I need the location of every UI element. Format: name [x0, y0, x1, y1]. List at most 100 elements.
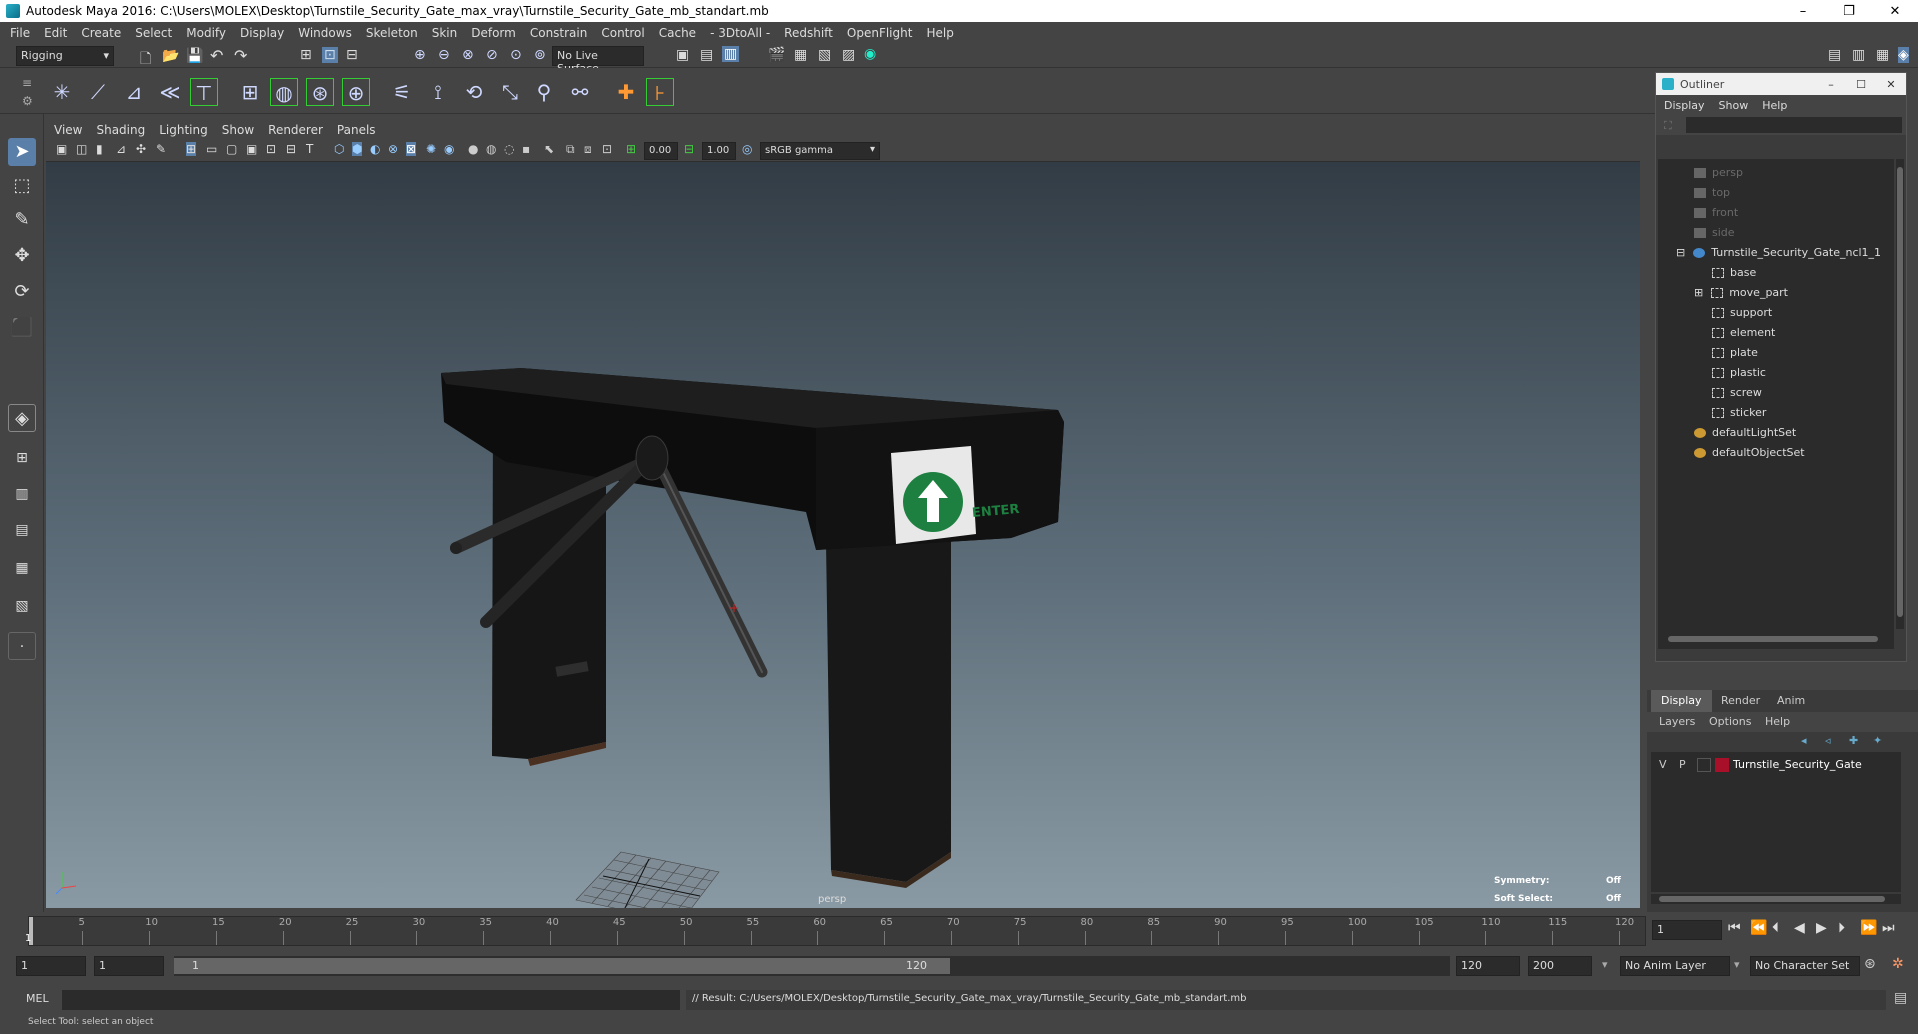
playback-start-field[interactable]: 1 — [94, 956, 164, 976]
script-editor-icon[interactable]: ▤ — [1894, 990, 1907, 1006]
camera-select-icon[interactable]: ▣ — [56, 142, 67, 156]
vscroll-thumb[interactable] — [1897, 167, 1903, 617]
outliner-item[interactable]: side — [1694, 223, 1735, 243]
step-back-frame-icon[interactable]: ⏴ — [1772, 920, 1779, 936]
render-view-icon[interactable]: 🎬 — [768, 47, 785, 63]
new-layer-selected-icon[interactable]: ✦ — [1873, 734, 1882, 747]
wireframe-icon[interactable]: ⬡ — [334, 142, 344, 156]
open-scene-icon[interactable]: 📂 — [162, 48, 179, 64]
scene-end-field[interactable]: 200 — [1528, 956, 1592, 976]
menu-edit[interactable]: Edit — [44, 26, 67, 40]
grid-toggle-icon[interactable]: ⊞ — [186, 142, 197, 156]
scene-start-field[interactable]: 1 — [16, 956, 86, 976]
backface-culling-icon[interactable]: ⊡ — [602, 142, 612, 156]
outliner-item[interactable]: sticker — [1712, 403, 1766, 423]
outliner-maximize-button[interactable]: ☐ — [1846, 78, 1876, 91]
layer-playback-toggle[interactable]: P — [1679, 758, 1686, 771]
chevron-down-icon[interactable]: ▾ — [1734, 958, 1740, 971]
smooth-shade-icon[interactable]: ⬢ — [352, 142, 363, 156]
safe-action-icon[interactable]: ⊟ — [286, 142, 296, 156]
select-component-icon[interactable]: ⊟ — [346, 47, 358, 63]
render-settings-icon[interactable]: ▥ — [722, 46, 740, 62]
layer-reference-toggle[interactable] — [1697, 758, 1711, 772]
shadows-icon[interactable]: ✺ — [426, 142, 436, 156]
render-setup-icon[interactable]: ▨ — [842, 47, 855, 63]
outliner-item[interactable]: persp — [1694, 163, 1743, 183]
wireframe-on-shaded-icon[interactable]: ◐ — [370, 142, 380, 156]
play-forward-icon[interactable]: ▶ — [1816, 920, 1827, 936]
outliner-item[interactable]: element — [1712, 323, 1775, 343]
menu-display[interactable]: Display — [240, 26, 284, 40]
vp-menu-panels[interactable]: Panels — [337, 123, 376, 137]
layer-color-swatch[interactable] — [1715, 758, 1729, 772]
anim-layer-dropdown[interactable]: No Anim Layer — [1620, 956, 1730, 976]
paint-select-icon[interactable]: ✎ — [8, 206, 36, 234]
persp-outliner-icon[interactable]: ▥ — [8, 480, 36, 508]
motion-blur-icon[interactable]: ● — [468, 142, 478, 156]
tool-settings-icon[interactable]: ▦ — [1876, 47, 1889, 63]
color-management-icon[interactable]: ◎ — [742, 142, 752, 156]
snap-curve-icon[interactable]: ⊖ — [438, 47, 450, 63]
menu-modify[interactable]: Modify — [186, 26, 226, 40]
lattice-icon[interactable]: ⊦ — [646, 78, 674, 106]
character-set-dropdown[interactable]: No Character Set — [1750, 956, 1860, 976]
undo-icon[interactable]: ↶ — [210, 46, 223, 65]
play-backward-icon[interactable]: ◀ — [1794, 920, 1805, 936]
menu-create[interactable]: Create — [81, 26, 121, 40]
snap-point-icon[interactable]: ⊗ — [462, 47, 474, 63]
animation-prefs-icon[interactable]: ✲ — [1892, 956, 1904, 972]
layout-menu-icon[interactable]: · — [8, 632, 36, 660]
vp-menu-show[interactable]: Show — [222, 123, 254, 137]
outliner-item[interactable]: front — [1694, 203, 1738, 223]
scale-tool-icon[interactable]: ⬛ — [8, 314, 36, 342]
tab-render[interactable]: Render — [1711, 690, 1770, 712]
outliner-item[interactable]: ⊟ Turnstile_Security_Gate_ncl1_1 — [1676, 243, 1881, 263]
persp-script-icon[interactable]: ▧ — [8, 592, 36, 620]
vp-menu-renderer[interactable]: Renderer — [268, 123, 323, 137]
gate-mask-icon[interactable]: ▣ — [246, 142, 257, 156]
menu-file[interactable]: File — [10, 26, 30, 40]
collapse-icon[interactable]: ⊟ — [1676, 246, 1685, 259]
time-slider[interactable]: 5 10 15 20 25 30 35 40 45 50 55 60 65 70 75 80 85 90 95 100… — [25, 916, 1646, 946]
pole-vector-icon[interactable]: ⚯ — [566, 78, 594, 106]
tab-anim[interactable]: Anim — [1767, 690, 1815, 712]
menu-redshift[interactable]: Redshift — [784, 26, 833, 40]
outliner-search-input[interactable] — [1686, 117, 1902, 133]
menu-windows[interactable]: Windows — [298, 26, 352, 40]
lasso-tool-icon[interactable]: ⬚ — [8, 172, 36, 200]
depth-of-field-icon[interactable]: ◌ — [504, 142, 514, 156]
range-slider[interactable]: 1 120 — [174, 956, 1450, 976]
perspective-viewport[interactable]: ENTER persp Symmetry: Off Soft Select: O… — [46, 162, 1640, 908]
minimize-button[interactable]: – — [1780, 4, 1826, 19]
outliner-vscroll[interactable] — [1896, 159, 1904, 629]
layer-hscroll-thumb[interactable] — [1659, 896, 1885, 902]
outliner-item[interactable]: defaultObjectSet — [1694, 443, 1805, 463]
ipr-render-icon[interactable]: ▧ — [818, 47, 831, 63]
outliner-item[interactable]: base — [1712, 263, 1756, 283]
resolution-gate-icon[interactable]: ▢ — [226, 142, 237, 156]
live-surface-field[interactable]: No Live Surface — [552, 46, 644, 75]
rotate-tool-icon[interactable]: ⟳ — [8, 278, 36, 306]
redo-icon[interactable]: ↷ — [234, 46, 247, 65]
image-plane-icon[interactable]: ⊿ — [116, 142, 126, 156]
vp-menu-lighting[interactable]: Lighting — [159, 123, 208, 137]
step-back-key-icon[interactable]: ⏪ — [1750, 920, 1767, 936]
bind-skin-icon[interactable]: ⊞ — [236, 78, 264, 106]
persp-graph-icon[interactable]: ▤ — [8, 516, 36, 544]
outliner-item[interactable]: plate — [1712, 343, 1758, 363]
field-chart-icon[interactable]: ⊡ — [266, 142, 276, 156]
move-layer-down-icon[interactable]: ◃ — [1825, 734, 1831, 747]
gamma-field[interactable]: 1.00 — [702, 142, 736, 160]
orient-constraint-icon[interactable]: ⟲ — [460, 78, 488, 106]
outliner-close-button[interactable]: ✕ — [1876, 78, 1906, 91]
film-gate-icon[interactable]: ▭ — [206, 142, 217, 156]
bookmark-icon[interactable]: ▮ — [96, 142, 103, 156]
step-forward-frame-icon[interactable]: ⏵ — [1838, 920, 1845, 936]
paint-weights-icon[interactable]: ⊕ — [342, 78, 370, 106]
construction-history-icon[interactable]: ▣ — [676, 47, 689, 63]
snap-view-icon[interactable]: ⊘ — [486, 47, 498, 63]
cluster-icon[interactable]: ✚ — [612, 78, 640, 106]
snap-grid-icon[interactable]: ⊕ — [414, 47, 426, 63]
range-slider-bar[interactable]: 1 120 — [174, 958, 950, 974]
go-to-end-icon[interactable]: ⏭ — [1882, 920, 1895, 936]
